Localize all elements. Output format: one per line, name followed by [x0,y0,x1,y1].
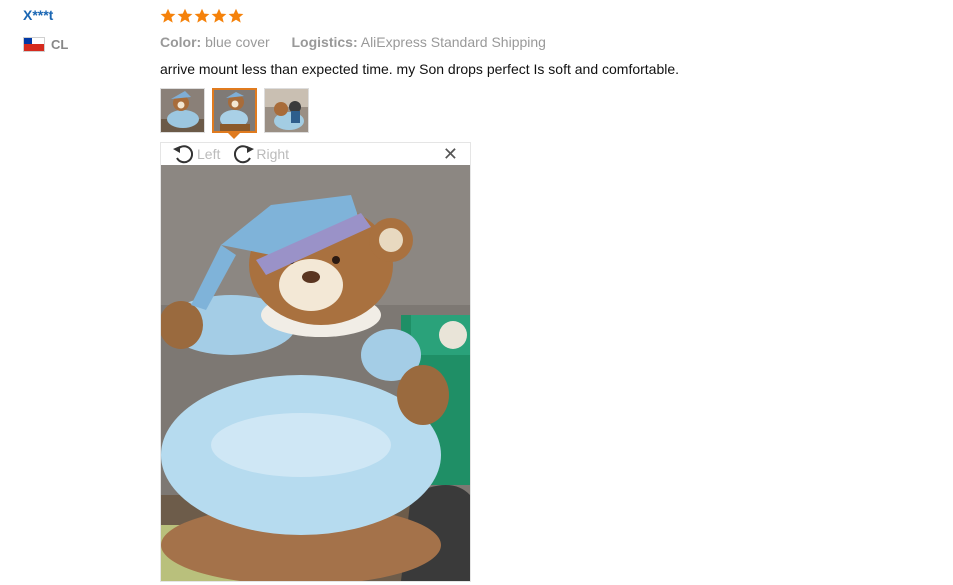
viewer-toolbar: Left Right ✕ [161,143,470,165]
star-icon [160,8,176,23]
color-label: Color: [160,34,202,50]
close-icon[interactable]: ✕ [443,145,458,163]
bear-sofa-photo [161,165,470,581]
bear-photo-icon [265,89,308,132]
rotate-right-label: Right [256,146,290,162]
logistics-label: Logistics: [291,34,358,50]
star-icon [177,8,193,23]
chile-flag-icon [23,36,45,52]
color-value: blue cover [205,34,270,50]
photo-viewer: Left Right ✕ [160,142,471,582]
review-photo-thumbnail[interactable] [160,88,205,133]
logistics-value: AliExpress Standard Shipping [360,34,546,50]
star-icon [211,8,227,23]
review-photo-large [161,165,470,581]
rotate-left-label: Left [197,146,221,162]
star-rating [160,6,940,26]
reviewer-info: X***t CL [23,6,143,52]
order-attributes: Color: blue cover Logistics: AliExpress … [160,33,940,51]
review-text: arrive mount less than expected time. my… [160,61,680,77]
star-icon [228,8,244,23]
photo-thumbnails [160,88,309,133]
country-code: CL [51,36,69,52]
reviewer-name[interactable]: X***t [23,6,143,24]
bear-photo-icon [214,90,255,131]
rotate-left-button[interactable]: Left [171,143,220,165]
selected-thumbnail-pointer [228,133,240,139]
rotate-left-icon [173,145,194,164]
rotate-right-icon [234,145,255,164]
rotate-right-button[interactable]: Right [230,143,289,165]
reviewer-country: CL [23,36,143,52]
review-photo-thumbnail[interactable] [264,88,309,133]
review-photo-thumbnail-selected[interactable] [212,88,257,133]
review-body: Color: blue cover Logistics: AliExpress … [160,6,940,582]
star-icon [194,8,210,23]
bear-photo-icon [161,89,204,132]
